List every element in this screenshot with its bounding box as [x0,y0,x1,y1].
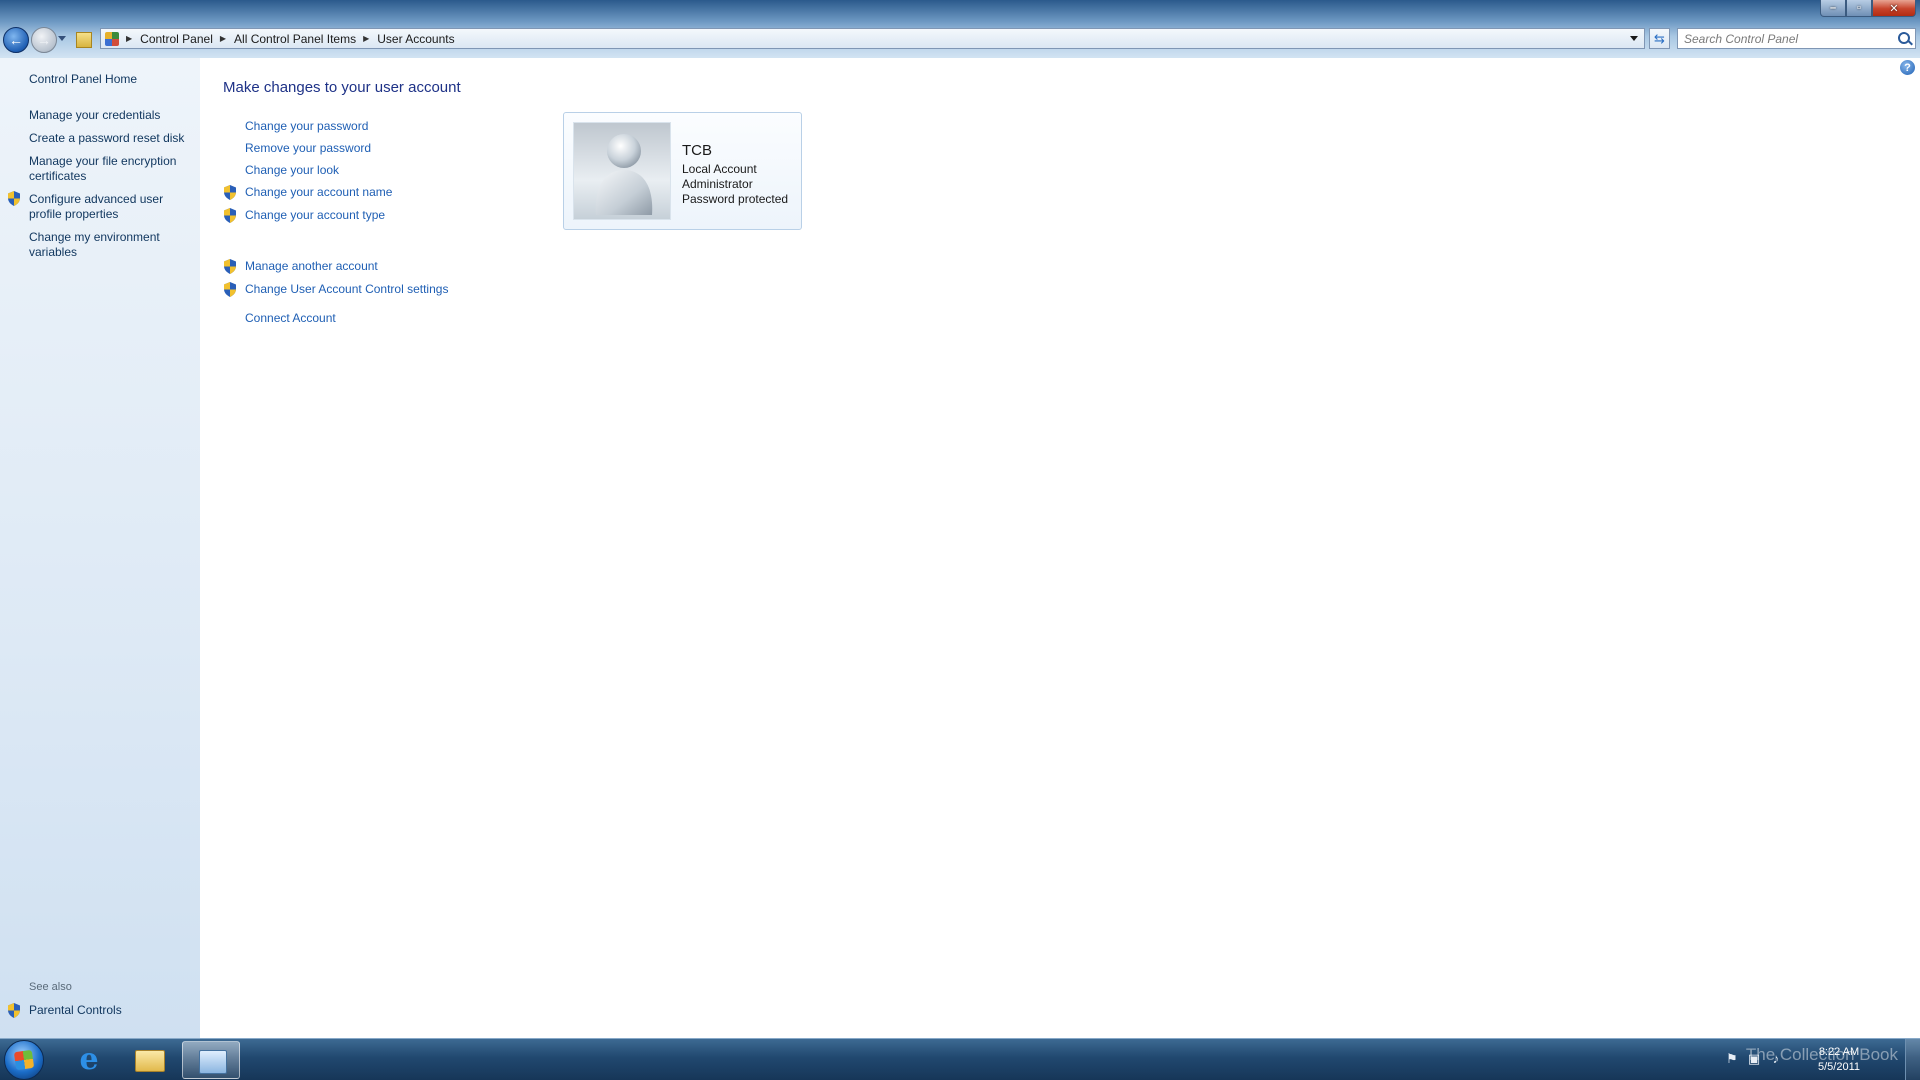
account-name: TCB [682,142,712,159]
recent-pages-dropdown-icon[interactable] [58,36,66,41]
address-bar[interactable]: ▶ Control Panel ▶ All Control Panel Item… [100,28,1645,49]
change-account-name-link[interactable]: Change your account name [245,185,392,200]
action-center-flag-icon[interactable]: ⚑ [1724,1051,1740,1067]
breadcrumb-user-accounts[interactable]: User Accounts [377,32,454,46]
breadcrumb-all-control-panel-items[interactable]: All Control Panel Items [234,32,356,46]
sidebar-change-environment-variables[interactable]: Change my environment variables [29,230,189,260]
manage-another-account-link[interactable]: Manage another account [245,259,378,274]
volume-icon[interactable]: ♪ [1768,1051,1784,1067]
change-uac-settings-link[interactable]: Change User Account Control settings [245,282,448,297]
show-desktop-button[interactable] [1905,1039,1920,1080]
user-avatar [573,122,671,220]
account-status: Password protected [682,192,789,206]
internet-explorer-icon: e [79,1042,99,1077]
sidebar-manage-credentials[interactable]: Manage your credentials [29,108,189,123]
uac-shield-icon [224,282,236,297]
change-account-type-link[interactable]: Change your account type [245,208,385,223]
search-box[interactable] [1677,28,1916,49]
control-panel-icon [105,31,119,46]
close-button[interactable]: ✕ [1872,0,1916,17]
sidebar-manage-encryption-certificates[interactable]: Manage your file encryption certificates [29,154,189,184]
change-look-link[interactable]: Change your look [245,163,339,178]
remove-password-link[interactable]: Remove your password [245,141,371,156]
uac-shield-icon [224,208,236,223]
folder-icon [135,1050,165,1072]
forward-button[interactable]: → [31,27,57,53]
clock-time: 8:22 AM [1818,1046,1860,1058]
sidebar-parental-controls[interactable]: Parental Controls [29,1003,189,1018]
taskbar-windows-explorer[interactable] [120,1041,178,1079]
account-role: Administrator [682,177,753,191]
system-clock[interactable]: 8:22 AM 5/5/2011 [1818,1045,1860,1075]
uac-shield-icon [224,185,236,200]
see-also-heading: See also [29,981,72,993]
breadcrumb-separator-icon[interactable]: ▶ [126,34,132,43]
uac-shield-icon [8,191,20,206]
taskbar-internet-explorer[interactable]: e [60,1041,118,1079]
content-area: Control Panel Home Manage your credentia… [0,58,1920,1038]
change-password-link[interactable]: Change your password [245,119,368,134]
sidebar-configure-advanced-profile[interactable]: Configure advanced user profile properti… [29,192,189,222]
control-panel-icon [199,1050,227,1074]
network-icon[interactable]: ▣ [1746,1051,1762,1067]
sidebar: Control Panel Home Manage your credentia… [0,58,200,1038]
breadcrumb-separator-icon[interactable]: ▶ [363,34,369,43]
address-dropdown-icon[interactable] [1630,36,1638,41]
taskbar: e The Collection Book ⚑ ▣ ♪ 8:22 AM 5/5/… [0,1038,1920,1080]
navigation-bar: ← → ▶ Control Panel ▶ All Control Panel … [0,24,1920,54]
refresh-button[interactable]: ⇆ [1649,28,1670,49]
sidebar-control-panel-home[interactable]: Control Panel Home [29,72,189,87]
help-icon[interactable]: ? [1900,60,1915,75]
system-tray: The Collection Book ⚑ ▣ ♪ 8:22 AM 5/5/20… [1660,1039,1920,1080]
sidebar-create-password-reset-disk[interactable]: Create a password reset disk [29,131,189,146]
maximize-button[interactable]: ▫ [1846,0,1872,17]
minimize-button[interactable]: – [1820,0,1846,17]
window-controls: – ▫ ✕ [1820,0,1916,17]
search-input[interactable] [1678,30,1896,47]
folder-up-icon[interactable] [76,32,92,48]
account-tile: TCB Local Account Administrator Password… [563,112,802,230]
breadcrumb-separator-icon[interactable]: ▶ [220,34,226,43]
title-bar[interactable]: – ▫ ✕ [0,0,1920,22]
uac-shield-icon [8,1003,20,1018]
clock-date: 5/5/2011 [1817,1061,1860,1073]
control-panel-window: – ▫ ✕ ← → ▶ Control Panel ▶ All Control … [0,0,1920,1038]
user-silhouette-icon [595,134,653,215]
search-icon[interactable] [1898,32,1910,44]
page-title: Make changes to your user account [223,79,461,96]
taskbar-control-panel[interactable] [182,1041,240,1079]
connect-account-link[interactable]: Connect Account [245,311,336,326]
account-type: Local Account [682,162,757,176]
start-button[interactable] [4,1040,44,1080]
back-button[interactable]: ← [3,27,29,53]
breadcrumb-control-panel[interactable]: Control Panel [140,32,213,46]
uac-shield-icon [224,259,236,274]
